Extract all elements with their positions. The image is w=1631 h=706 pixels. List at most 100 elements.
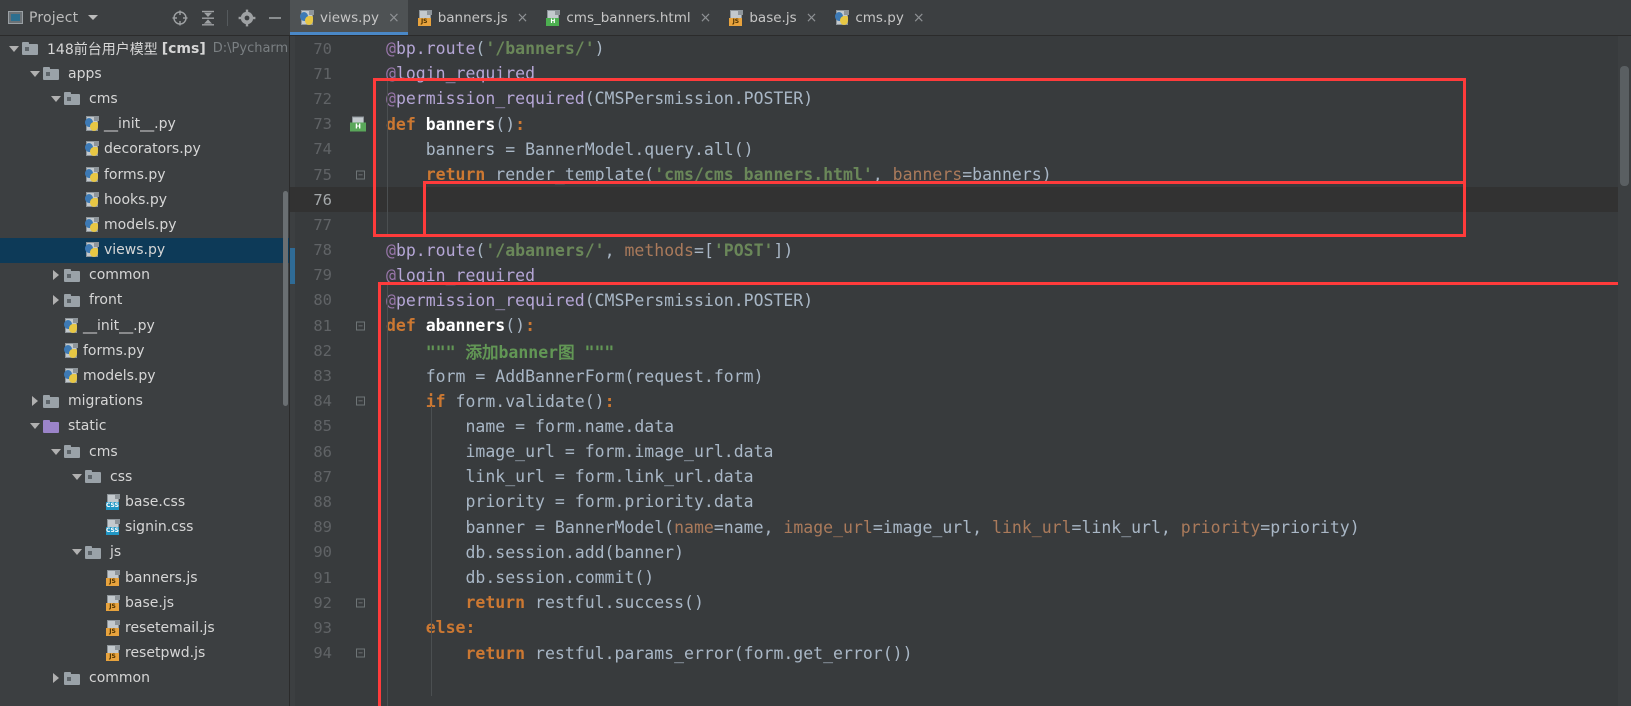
editor-gutter-cell[interactable]: H bbox=[342, 112, 380, 137]
close-icon[interactable]: × bbox=[700, 11, 712, 25]
tree-expand-arrow-down-icon[interactable] bbox=[27, 423, 43, 430]
fold-collapse-icon[interactable]: − bbox=[356, 321, 365, 331]
code-line[interactable]: 75 − return render_template('cms/cms_bann… bbox=[290, 162, 1631, 187]
chevron-down-icon[interactable] bbox=[88, 15, 99, 20]
tree-item[interactable]: forms.py bbox=[0, 162, 289, 187]
code-editor[interactable]: 70 @bp.route('/banners/') 71 @login_require… bbox=[290, 36, 1631, 706]
editor-tab-banners-js[interactable]: JS banners.js × bbox=[408, 0, 537, 35]
tree-item[interactable]: migrations bbox=[0, 389, 289, 414]
code-line[interactable]: 91 db.session.commit() bbox=[290, 565, 1631, 590]
code-line[interactable]: 94 − return restful.params_error(form.get… bbox=[290, 641, 1631, 666]
fold-collapse-icon[interactable]: − bbox=[356, 170, 365, 180]
tree-item[interactable]: static bbox=[0, 414, 289, 439]
settings-gear-icon[interactable] bbox=[238, 9, 256, 27]
code-line[interactable]: 73 Hdef banners(): bbox=[290, 112, 1631, 137]
tree-item[interactable]: css bbox=[0, 464, 289, 489]
editor-gutter-cell[interactable]: − bbox=[342, 389, 380, 414]
editor-gutter-cell[interactable] bbox=[342, 615, 380, 640]
project-title-group[interactable]: Project bbox=[8, 10, 99, 26]
code-line[interactable]: 88 priority = form.priority.data bbox=[290, 489, 1631, 514]
project-tree-scrollbar[interactable] bbox=[283, 191, 288, 406]
editor-gutter-cell[interactable]: − bbox=[342, 590, 380, 615]
fold-collapse-icon[interactable]: − bbox=[356, 396, 365, 406]
tree-item[interactable]: apps bbox=[0, 61, 289, 86]
code-line[interactable]: 80 @permission_required(CMSPersmission.PO… bbox=[290, 288, 1631, 313]
tree-item[interactable]: js bbox=[0, 540, 289, 565]
code-line[interactable]: 81 − def abanners(): bbox=[290, 313, 1631, 338]
tree-item[interactable]: hooks.py bbox=[0, 187, 289, 212]
editor-gutter-cell[interactable] bbox=[342, 565, 380, 590]
tree-expand-arrow-right-icon[interactable] bbox=[48, 270, 64, 281]
collapse-all-icon[interactable] bbox=[199, 9, 217, 27]
tree-item[interactable]: models.py bbox=[0, 363, 289, 388]
editor-gutter-cell[interactable] bbox=[342, 540, 380, 565]
code-line[interactable]: 92 − return restful.success() bbox=[290, 590, 1631, 615]
editor-vertical-scrollbar[interactable] bbox=[1618, 36, 1631, 706]
editor-gutter-cell[interactable] bbox=[342, 363, 380, 388]
editor-gutter-cell[interactable] bbox=[342, 137, 380, 162]
tree-item[interactable]: 148前台用户模型 [cms] D:\Pycharm bbox=[0, 36, 289, 61]
code-line[interactable]: 84 − if form.validate(): bbox=[290, 389, 1631, 414]
tree-item[interactable]: JS resetemail.js bbox=[0, 615, 289, 640]
code-line[interactable]: 90 db.session.add(banner) bbox=[290, 540, 1631, 565]
editor-gutter-cell[interactable] bbox=[342, 187, 380, 212]
editor-gutter-cell[interactable] bbox=[342, 212, 380, 237]
editor-gutter-cell[interactable] bbox=[342, 414, 380, 439]
tree-item[interactable]: models.py bbox=[0, 212, 289, 237]
editor-tab-views-py[interactable]: views.py × bbox=[290, 0, 408, 35]
editor-gutter-cell[interactable] bbox=[342, 515, 380, 540]
editor-gutter-cell[interactable] bbox=[342, 439, 380, 464]
code-line[interactable]: 77 bbox=[290, 212, 1631, 237]
editor-gutter-cell[interactable] bbox=[342, 288, 380, 313]
close-icon[interactable]: × bbox=[517, 11, 529, 25]
minimize-icon[interactable] bbox=[266, 9, 284, 27]
editor-gutter-cell[interactable]: − bbox=[342, 313, 380, 338]
tree-item[interactable]: CSS base.css bbox=[0, 489, 289, 514]
editor-scrollbar-thumb[interactable] bbox=[1620, 66, 1629, 186]
tree-expand-arrow-down-icon[interactable] bbox=[27, 70, 43, 77]
editor-gutter-cell[interactable] bbox=[342, 464, 380, 489]
code-line[interactable]: 70 @bp.route('/banners/') bbox=[290, 36, 1631, 61]
code-line[interactable]: 89 banner = BannerModel(name=name, image… bbox=[290, 515, 1631, 540]
editor-gutter-cell[interactable] bbox=[342, 238, 380, 263]
editor-gutter-cell[interactable] bbox=[342, 338, 380, 363]
editor-gutter-cell[interactable] bbox=[342, 263, 380, 288]
close-icon[interactable]: × bbox=[913, 11, 925, 25]
tree-expand-arrow-down-icon[interactable] bbox=[6, 45, 22, 52]
tree-item[interactable]: common bbox=[0, 666, 289, 691]
tree-expand-arrow-down-icon[interactable] bbox=[48, 95, 64, 102]
tree-item[interactable]: JS resetpwd.js bbox=[0, 641, 289, 666]
code-line[interactable]: 72 @permission_required(CMSPersmission.PO… bbox=[290, 86, 1631, 111]
tree-expand-arrow-right-icon[interactable] bbox=[48, 295, 64, 306]
code-line[interactable]: 76 bbox=[290, 187, 1631, 213]
fold-collapse-icon[interactable]: − bbox=[356, 648, 365, 658]
tree-item[interactable]: CSS signin.css bbox=[0, 515, 289, 540]
tree-item[interactable]: cms bbox=[0, 86, 289, 111]
editor-gutter-cell[interactable] bbox=[342, 61, 380, 86]
html-file-icon[interactable]: H bbox=[350, 116, 367, 132]
code-line[interactable]: 79 @login_required bbox=[290, 263, 1631, 288]
code-line[interactable]: 82 """ 添加banner图 """ bbox=[290, 338, 1631, 363]
code-line[interactable]: 86 image_url = form.image_url.data bbox=[290, 439, 1631, 464]
tree-item-selected[interactable]: views.py bbox=[0, 237, 289, 263]
code-line[interactable]: 85 name = form.name.data bbox=[290, 414, 1631, 439]
editor-tab-base-js[interactable]: JS base.js × bbox=[719, 0, 825, 35]
editor-gutter-cell[interactable] bbox=[342, 489, 380, 514]
locate-icon[interactable] bbox=[171, 9, 189, 27]
tree-item[interactable]: forms.py bbox=[0, 338, 289, 363]
tree-expand-arrow-right-icon[interactable] bbox=[48, 673, 64, 684]
tree-item[interactable]: __init__.py bbox=[0, 112, 289, 137]
code-line[interactable]: 87 link_url = form.link_url.data bbox=[290, 464, 1631, 489]
tree-expand-arrow-down-icon[interactable] bbox=[69, 549, 85, 556]
editor-gutter-cell[interactable] bbox=[342, 36, 380, 61]
code-line[interactable]: 74 banners = BannerModel.query.all() bbox=[290, 137, 1631, 162]
tree-expand-arrow-down-icon[interactable] bbox=[69, 473, 85, 480]
code-line[interactable]: 93 else: bbox=[290, 615, 1631, 640]
code-line[interactable]: 83 form = AddBannerForm(request.form) bbox=[290, 363, 1631, 388]
editor-tab-cms-banners-html[interactable]: Hcms_banners.html × bbox=[536, 0, 719, 35]
editor-tab-cms-py[interactable]: cms.py × bbox=[825, 0, 932, 35]
fold-collapse-icon[interactable]: − bbox=[356, 598, 365, 608]
editor-gutter-cell[interactable]: − bbox=[342, 641, 380, 666]
tree-expand-arrow-right-icon[interactable] bbox=[27, 396, 43, 407]
project-tree[interactable]: 148前台用户模型 [cms] D:\Pycharm apps cms __init__.… bbox=[0, 36, 290, 706]
